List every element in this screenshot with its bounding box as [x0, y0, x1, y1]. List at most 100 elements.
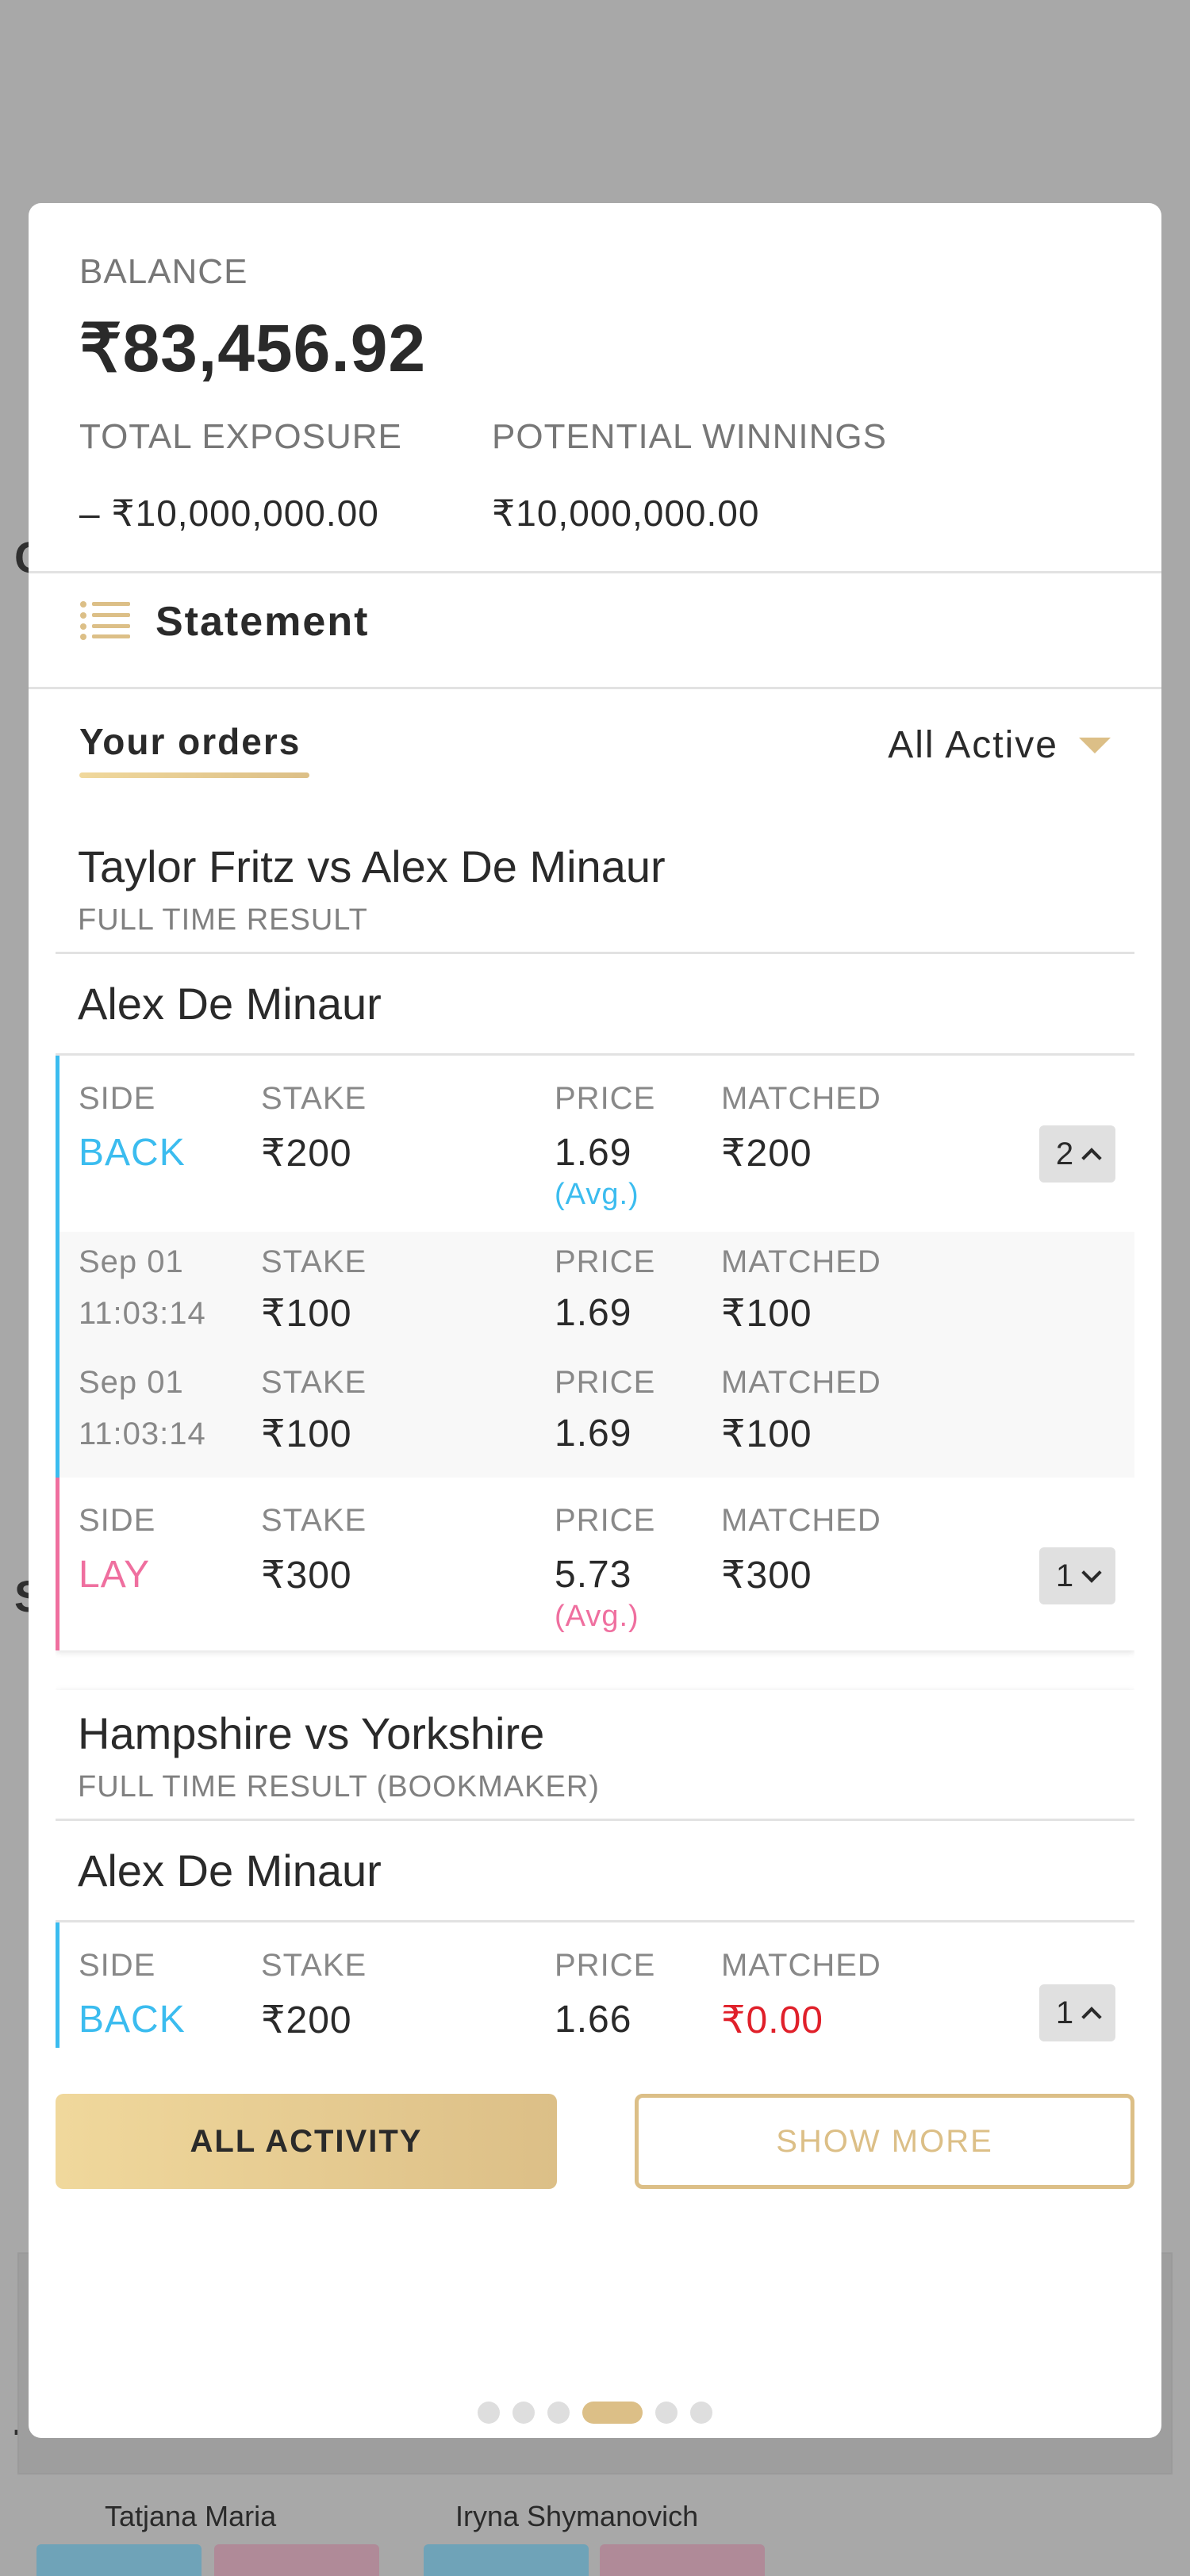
all-activity-button[interactable]: ALL ACTIVITY	[56, 2094, 557, 2189]
background-player-1: Tatjana Maria	[105, 2500, 277, 2532]
side-value: LAY	[79, 1554, 151, 1596]
potential-winnings-value: ₹10,000,000.00	[492, 493, 760, 534]
order-card: Taylor Fritz vs Alex De Minaur FULL TIME…	[56, 823, 1134, 1650]
matched-col: MATCHED ₹100	[721, 1244, 881, 1336]
date-col: Sep 01 11:03:14	[79, 1244, 206, 1332]
potential-winnings: POTENTIAL WINNINGS ₹10,000,000.00	[492, 417, 887, 535]
price-label: PRICE	[555, 1081, 656, 1116]
matched-value: ₹300	[721, 1554, 812, 1597]
page-dot[interactable]	[478, 2402, 500, 2424]
order-card-header: Taylor Fritz vs Alex De Minaur FULL TIME…	[56, 823, 1134, 954]
selection-name: Alex De Minaur	[56, 1821, 1134, 1922]
page-indicator	[29, 2402, 1161, 2424]
order-card-header: Hampshire vs Yorkshire FULL TIME RESULT …	[56, 1690, 1134, 1821]
matched-label: MATCHED	[721, 1365, 881, 1400]
side-col: SIDE LAY	[79, 1503, 155, 1597]
stake-value: ₹200	[261, 1999, 352, 2041]
price-value: 5.73	[555, 1554, 632, 1596]
stake-value: ₹100	[261, 1293, 352, 1335]
bet-time: 11:03:14	[79, 1296, 206, 1331]
stake-col: STAKE ₹100	[261, 1244, 367, 1336]
chevron-up-icon	[1081, 1148, 1102, 1168]
bet-row: SIDE BACK STAKE ₹200 PRICE 1.69 (Avg.) M…	[60, 1056, 1134, 1232]
matched-col: MATCHED ₹100	[721, 1365, 881, 1456]
stake-col: STAKE ₹200	[261, 1948, 367, 2042]
statement-title: Statement	[155, 599, 370, 645]
orders-filter-label: All Active	[888, 724, 1058, 766]
stake-col: STAKE ₹200	[261, 1081, 367, 1175]
back-bet-block: SIDE BACK STAKE ₹200 PRICE 1.69 (Avg.) M…	[56, 1056, 1134, 1478]
bet-row: SIDE LAY STAKE ₹300 PRICE 5.73 (Avg.) MA…	[60, 1478, 1134, 1650]
total-exposure: TOTAL EXPOSURE – ₹10,000,000.00	[79, 417, 402, 535]
page-dot[interactable]	[512, 2402, 535, 2424]
stake-label: STAKE	[261, 1948, 367, 1983]
background-odd-back	[36, 2544, 202, 2576]
balance-section: BALANCE ₹83,456.92	[79, 252, 1111, 387]
event-title: Taylor Fritz vs Alex De Minaur	[78, 841, 666, 891]
side-label: SIDE	[79, 1503, 156, 1538]
expand-toggle-button[interactable]: 1	[1039, 1547, 1115, 1604]
side-col: SIDE BACK	[79, 1948, 186, 2041]
matched-col: MATCHED ₹200	[721, 1081, 881, 1175]
price-avg-label: (Avg.)	[555, 1178, 639, 1211]
stake-value: ₹300	[261, 1554, 352, 1597]
show-more-button[interactable]: SHOW MORE	[635, 2094, 1134, 2189]
stake-col: STAKE ₹300	[261, 1503, 367, 1597]
matched-value: ₹200	[721, 1133, 812, 1175]
divider	[29, 687, 1161, 689]
matched-label: MATCHED	[721, 1948, 881, 1983]
matched-label: MATCHED	[721, 1244, 881, 1279]
matched-value: ₹0.00	[721, 1999, 823, 2041]
tab-active-indicator	[79, 772, 309, 778]
chevron-down-icon	[1081, 1562, 1102, 1583]
side-value: BACK	[79, 1999, 186, 2041]
price-label: PRICE	[555, 1244, 656, 1279]
page-dot[interactable]	[655, 2402, 678, 2424]
price-label: PRICE	[555, 1948, 656, 1983]
price-col: PRICE 1.66	[555, 1948, 655, 2041]
background-player-2: Iryna Shymanovich	[455, 2500, 699, 2532]
expand-toggle-button[interactable]: 1	[1039, 1984, 1115, 2041]
price-value: 1.69	[555, 1292, 632, 1334]
expand-toggle-button[interactable]: 2	[1039, 1125, 1115, 1183]
lay-bet-block: SIDE LAY STAKE ₹300 PRICE 5.73 (Avg.) MA…	[56, 1478, 1134, 1650]
page-dot-active[interactable]	[582, 2402, 643, 2424]
stake-value: ₹100	[261, 1413, 352, 1455]
bet-date: Sep 01	[79, 1365, 184, 1400]
stake-col: STAKE ₹100	[261, 1365, 367, 1456]
orders-filter-dropdown[interactable]: All Active	[888, 723, 1111, 767]
orders-list[interactable]: Taylor Fritz vs Alex De Minaur FULL TIME…	[56, 823, 1134, 2048]
market-name: FULL TIME RESULT (BOOKMAKER)	[78, 1770, 600, 1804]
order-card: Hampshire vs Yorkshire FULL TIME RESULT …	[56, 1690, 1134, 2048]
caret-down-icon	[1079, 737, 1111, 753]
divider	[29, 571, 1161, 573]
list-icon	[79, 600, 132, 644]
price-label: PRICE	[555, 1503, 656, 1538]
balance-amount: ₹83,456.92	[79, 311, 427, 385]
stake-label: STAKE	[261, 1244, 367, 1279]
statement-link[interactable]: Statement	[79, 598, 369, 646]
background-odd-back	[424, 2544, 589, 2576]
price-label: PRICE	[555, 1365, 656, 1400]
matched-col: MATCHED ₹300	[721, 1503, 881, 1597]
side-label: SIDE	[79, 1948, 156, 1983]
price-col: PRICE 1.69	[555, 1365, 655, 1455]
page-dot[interactable]	[690, 2402, 712, 2424]
market-name: FULL TIME RESULT	[78, 903, 368, 937]
bet-count: 1	[1055, 1558, 1074, 1593]
stake-label: STAKE	[261, 1503, 367, 1538]
tab-your-orders-label: Your orders	[79, 721, 301, 762]
matched-label: MATCHED	[721, 1081, 881, 1116]
bet-detail-row: Sep 01 11:03:14 STAKE ₹100 PRICE 1.69 MA…	[60, 1232, 1134, 1352]
matched-label: MATCHED	[721, 1503, 881, 1538]
stake-label: STAKE	[261, 1365, 367, 1400]
price-value: 1.69	[555, 1132, 632, 1174]
wallet-modal: BALANCE ₹83,456.92 TOTAL EXPOSURE – ₹10,…	[29, 203, 1161, 2438]
matched-value: ₹100	[721, 1293, 812, 1335]
bet-time: 11:03:14	[79, 1416, 206, 1451]
bet-row: SIDE BACK STAKE ₹200 PRICE 1.66 MATCHED …	[60, 1922, 1134, 2048]
event-title: Hampshire vs Yorkshire	[78, 1708, 545, 1758]
page-dot[interactable]	[547, 2402, 570, 2424]
tab-your-orders[interactable]: Your orders	[79, 720, 309, 778]
side-label: SIDE	[79, 1081, 156, 1116]
